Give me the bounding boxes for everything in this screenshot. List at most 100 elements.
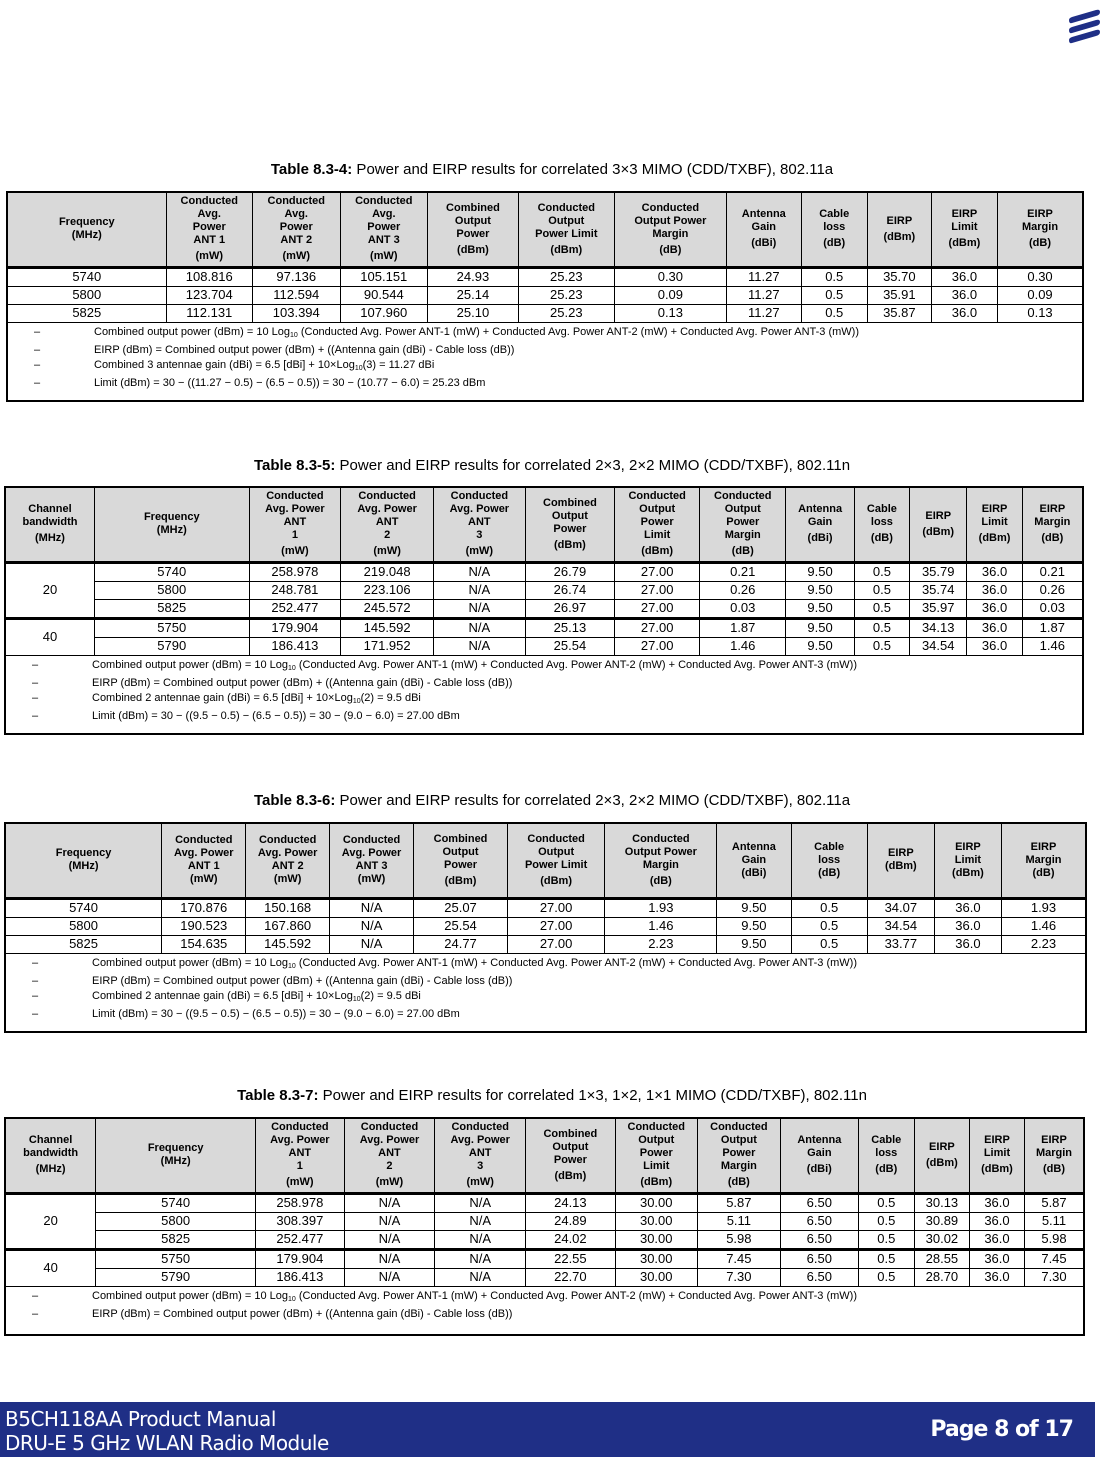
table-cell: 36.0 [966,616,1023,638]
note-text-rest: (2) = 9.5 dBi [360,989,421,1002]
table-8-3-7: Channel bandwidth (MHz) Frequency (MHz) Con… [4,1117,1085,1336]
column-header: Conducted Avg. Power ANT 1 (mW) [248,486,342,564]
table-cell: 34.54 [866,916,935,936]
channel-bandwidth-cell: 40 [4,616,95,656]
table-cell: 258.978 [255,1192,345,1213]
table-cell: 36.0 [966,561,1023,582]
table-cell: 0.5 [800,266,868,287]
header-row: Frequency (MHz) Conducted Avg. Power ANT … [4,822,1087,900]
table-cell: 35.91 [866,285,932,305]
note-subscript: 10 [287,962,296,970]
column-header-label: Frequency (MHz) [58,216,115,242]
note-line: – Combined 2 antennae gain (dBi) = 6.5 [d… [6,691,1082,709]
table-cell: 25.14 [427,285,519,305]
note-bullet: – [34,325,41,338]
column-header: Frequency (MHz) [95,1117,257,1195]
table-cell: 1.93 [604,897,718,918]
column-header: Conducted Avg. Power ANT 3 (mW) [434,1117,527,1195]
column-header-label: Conducted Output Power Limit [628,490,686,542]
table-cell: 5750 [93,616,250,638]
column-header-unit: (dBi) [806,1163,832,1176]
column-header-label: Conducted Avg. Power ANT 2 [357,490,417,542]
column-header-label: Conducted Avg. Power ANT 3 [449,490,510,542]
note-bullet: – [32,956,39,969]
table-cell: 5740 [93,561,250,582]
table-cell: 36.0 [966,580,1023,600]
table-cell: 25.07 [413,897,508,918]
table-cell: N/A [433,580,526,600]
table-cell: 308.397 [255,1211,345,1231]
column-header: Antenna Gain (dBi) [779,1117,859,1195]
table-cell: 26.74 [524,580,616,600]
table-cell: 27.00 [614,580,701,600]
note-subscript: 10 [354,364,363,372]
table-row: 5800 248.781 223.106 N/A 26.74 27.00 0.26 9.50 0… [5,580,1084,600]
column-header: Conducted Avg. Power ANT 1 (mW) [165,191,254,269]
table-cell: 25.23 [517,285,615,305]
table-cell: 36.0 [966,598,1023,619]
caption-text: Power and EIRP results for correlated 3×… [352,161,834,178]
note-bullet: – [34,376,41,389]
table-cell: 5.11 [1024,1211,1085,1231]
note-bullet: – [32,989,39,1002]
table-row: 5740 108.816 97.136 105.151 24.93 25.23 0.30 11… [6,266,1084,287]
table-cell: 35.74 [909,580,968,600]
table-notes: – Combined output power (dBm) = 10 Log10 … [4,654,1084,734]
column-header: Channel bandwidth (MHz) [4,486,95,564]
table-cell: N/A [433,636,526,656]
table-row: 5800 123.704 112.594 90.544 25.14 25.23 0.09 11… [6,285,1084,305]
table-cell: 0.26 [699,580,787,600]
table-cell: 36.0 [933,897,1003,918]
table-notes: – Combined output power (dBm) = 10 Log10 … [6,321,1084,401]
column-header: Channel bandwidth (MHz) [4,1117,97,1195]
table-cell: N/A [343,1267,436,1287]
table-cell: 36.0 [968,1267,1026,1287]
caption-number: Table 8.3-4: [270,161,353,178]
column-header-label: EIRP Limit (dBm) [952,840,984,879]
table-cell: 27.00 [506,897,606,918]
column-header-label: Cable loss [866,503,897,529]
note-text: Limit (dBm) = 30 − ((9.5 − 0.5) − (6.5 −… [92,1007,460,1022]
table-cell: 245.572 [340,598,435,619]
note-text-main: Combined output power (dBm) = 10 Log [94,325,290,338]
table-cell: 36.0 [930,303,999,323]
table-cell: 0.5 [857,1229,915,1250]
table-notes: – Combined output power (dBm) = 10 Log10 … [4,1285,1085,1335]
note-line: – Combined output power (dBm) = 10 Log10 … [8,325,1082,343]
table-cell: 112.131 [165,303,254,323]
table-cell: 36.0 [930,266,999,287]
table-cell: 0.5 [857,1211,915,1231]
table-cell: 167.860 [245,916,330,936]
column-header-label: Conducted Avg. Power ANT 3 (mW) [341,834,402,886]
note-bullet: – [34,343,41,356]
column-header-unit: (dBm) [540,874,572,887]
table-cell: 1.87 [1021,616,1084,638]
table-cell: 5740 [4,897,163,918]
table-cell: 5800 [4,916,163,936]
table-cell: 36.0 [930,285,999,305]
caption-number: Table 8.3-7: [237,1087,319,1104]
table-cell: N/A [328,934,415,954]
column-header-label: EIRP Limit [983,1134,1011,1160]
table-cell: 0.21 [699,561,787,582]
table-cell: 36.0 [968,1247,1026,1269]
note-line: – Combined output power (dBm) = 10 Log10 … [6,956,1085,974]
table-cell: 25.54 [524,636,616,656]
note-text-main: Combined 2 antennae gain (dBi) = 6.5 [dB… [92,691,353,704]
table-cell: N/A [343,1192,436,1213]
table-cell: 252.477 [255,1229,345,1250]
table-cell: 30.00 [614,1247,698,1269]
column-header: EIRP Limit (dBm) [930,191,999,269]
table-cell: 5750 [95,1247,257,1269]
caption-number: Table 8.3-6: [253,792,336,809]
table-cell: 35.70 [866,266,932,287]
column-header-label: EIRP Margin [1021,208,1059,234]
column-header-label: Conducted Output Power Margin [710,1121,768,1173]
note-text: Combined 3 antennae gain (dBi) = 6.5 [dB… [94,358,434,376]
table-cell: 9.50 [716,916,792,936]
table-8-3-4: Frequency (MHz) Conducted Avg. Power ANT … [6,191,1084,402]
table-cell: 0.13 [613,303,727,323]
table-cell: 26.97 [524,598,616,619]
column-header: Conducted Avg. Power ANT 3 (mW) [339,191,429,269]
column-header-label: Antenna Gain [741,208,786,234]
